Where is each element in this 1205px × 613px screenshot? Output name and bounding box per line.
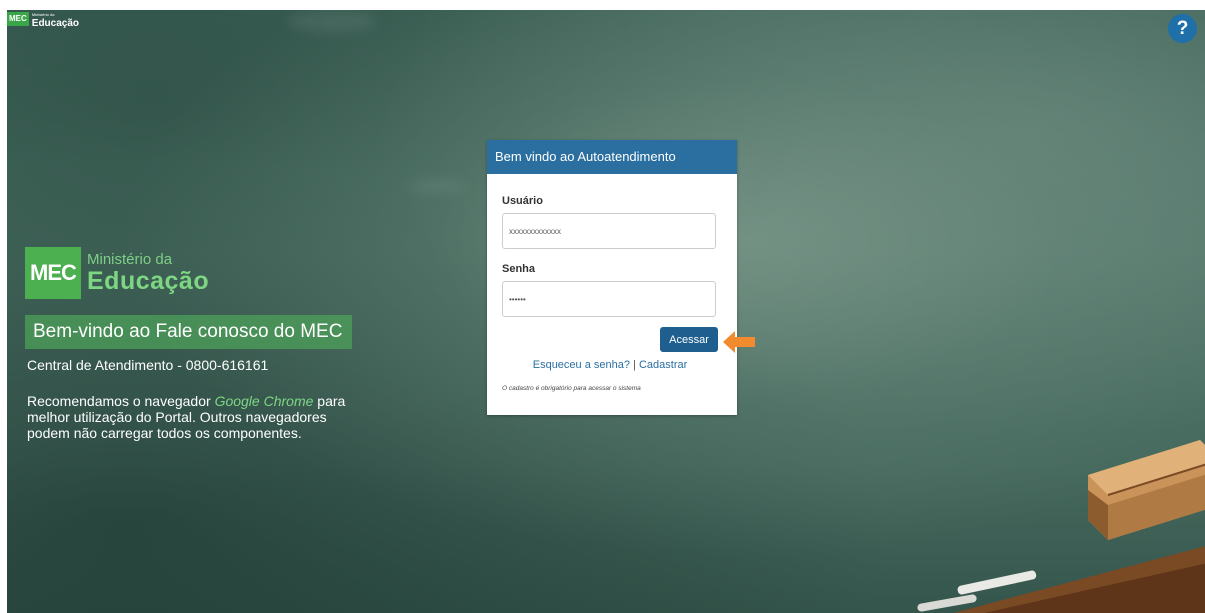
login-title: Bem vindo ao Autoatendimento (487, 140, 737, 174)
help-button[interactable]: ? (1168, 14, 1197, 43)
header-logo[interactable]: MEC Ministério da Educação (7, 10, 80, 29)
chrome-link[interactable]: Google Chrome (215, 393, 314, 409)
page: MEC Ministério da Educação ? MEC Ministé (0, 0, 1205, 613)
board-smudge (287, 10, 377, 32)
chalk-eraser-icon (1088, 440, 1205, 540)
forgot-password-link[interactable]: Esqueceu a senha? (533, 359, 630, 371)
intro-section: MEC Ministério da Educação Bem-vindo ao … (25, 247, 405, 441)
board-smudge (407, 180, 467, 192)
access-button[interactable]: Acessar (660, 327, 718, 352)
central-phone: Central de Atendimento - 0800-616161 (27, 357, 269, 373)
login-links: Esqueceu a senha? | Cadastrar (532, 359, 688, 371)
chalk-stick-icon (957, 570, 1037, 595)
mec-logo-line1: Ministério da (87, 251, 173, 268)
registration-disclaimer: O cadastro é obrigatório para acessar o … (502, 385, 641, 392)
header-logo-big: Educação (31, 18, 80, 29)
chalk-tray (917, 546, 1205, 613)
browser-recommendation: Recomendamos o navegador Google Chrome p… (27, 393, 346, 441)
password-label: Senha (502, 263, 536, 275)
mec-logo: MEC Ministério da Educação (25, 247, 405, 299)
user-label: Usuário (502, 195, 543, 207)
login-card: Bem vindo ao Autoatendimento Usuário Sen… (487, 140, 737, 415)
mec-logo-line2: Educação (87, 267, 210, 295)
welcome-banner: Bem-vindo ao Fale conosco do MEC (25, 315, 353, 349)
arrow-left-icon (723, 331, 755, 353)
header-logo-box: MEC (7, 12, 29, 26)
register-link[interactable]: Cadastrar (639, 359, 687, 371)
user-input[interactable] (502, 213, 716, 249)
mec-logo-box: MEC (25, 247, 81, 299)
password-input[interactable] (502, 281, 716, 317)
